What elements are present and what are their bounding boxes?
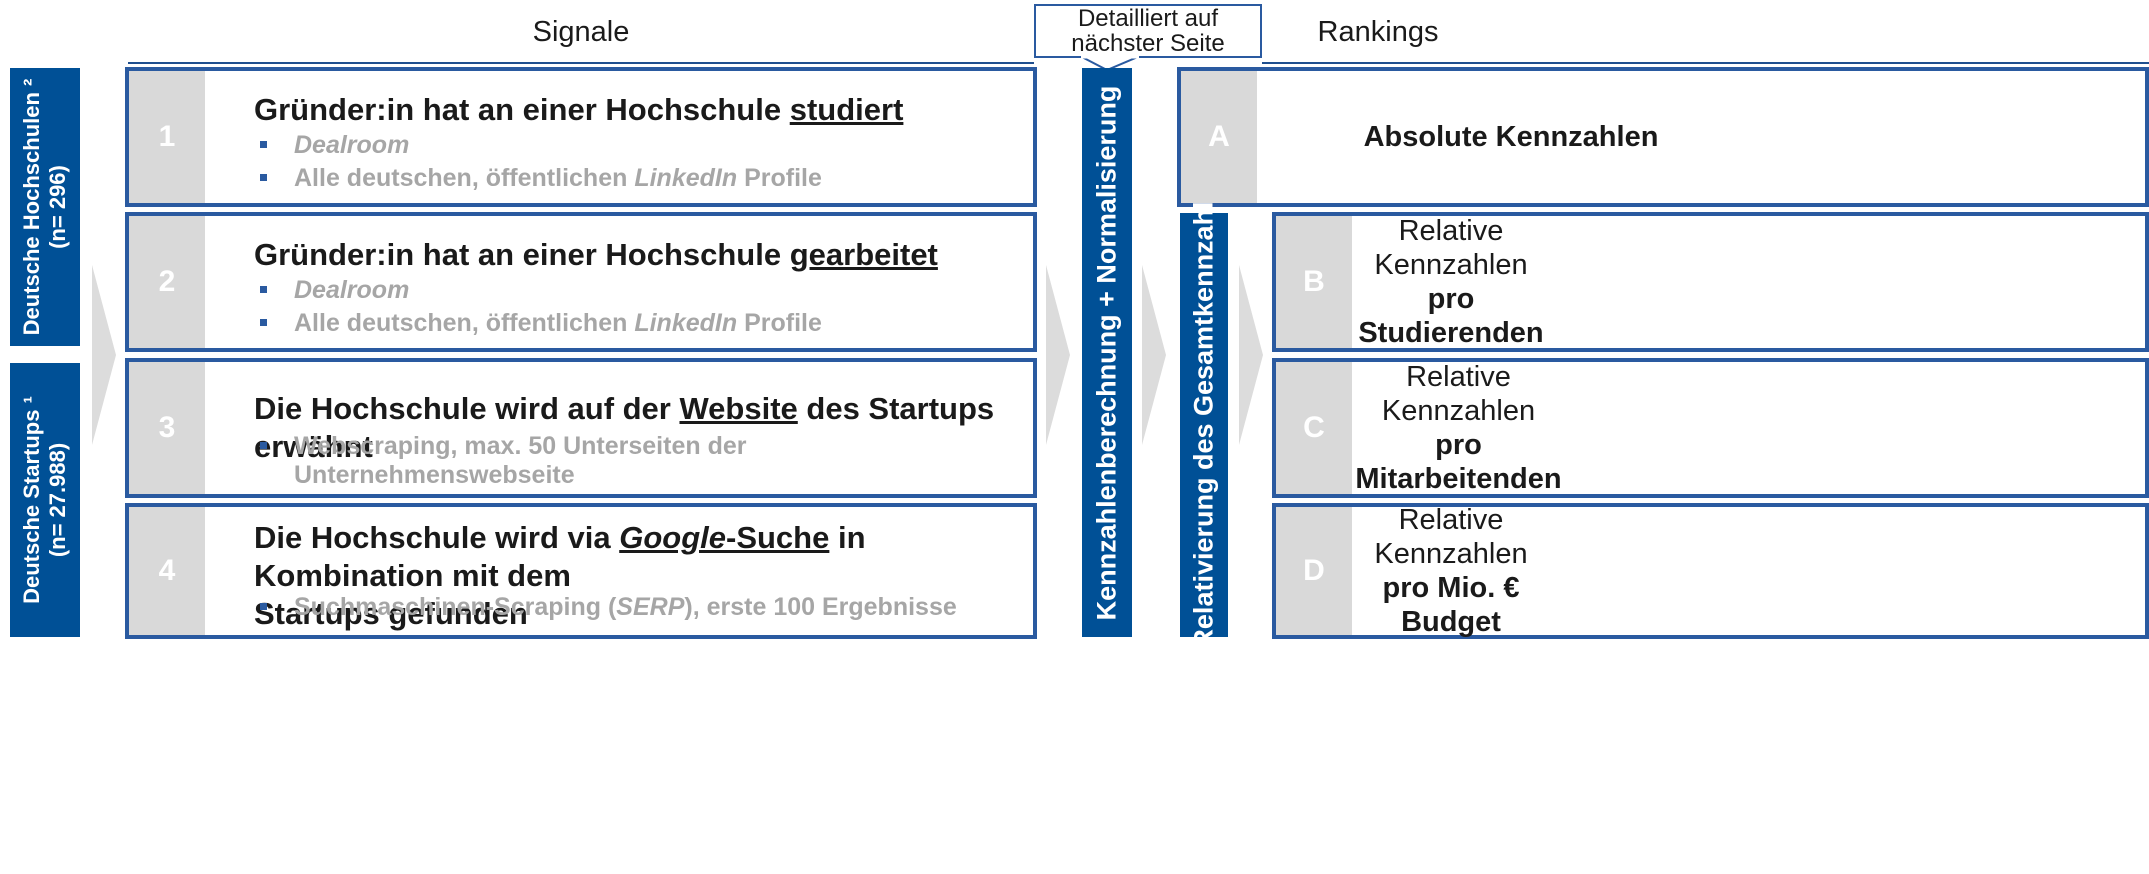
ranking-text-b-line2: pro Studierenden: [1358, 283, 1544, 349]
ranking-letter-d: D: [1276, 507, 1352, 635]
ranking-text-c-line2: pro Mitarbeitenden: [1355, 429, 1562, 495]
ranking-text-b-line1: Relative Kennzahlen: [1374, 215, 1528, 281]
header-line-rankings: [1262, 62, 2149, 64]
signal-bullet-3a: Webscraping, max. 50 Unterseiten der Unt…: [260, 432, 1033, 490]
arrow-chevron-4: [1239, 265, 1263, 445]
ranking-text-d-line2: pro Mio. € Budget: [1382, 572, 1520, 638]
signal-bullet-2a: Dealroom: [260, 276, 409, 305]
signal-bullet-1b: Alle deutschen, öffentlichen LinkedIn Pr…: [260, 164, 822, 193]
bar-kennzahlenberechnung: Kennzahlenberechnung + Normalisierung: [1082, 68, 1132, 637]
detail-callout: Detailliert auf nächster Seite: [1034, 4, 1262, 58]
label-deutsche-hochschulen: Deutsche Hochschulen ² (n= 296): [10, 68, 80, 346]
label-hochschulen-line1: Deutsche Hochschulen ²: [19, 78, 44, 336]
signal-title-2: Gründer:in hat an einer Hochschule gearb…: [254, 237, 938, 272]
ranking-box-b: B Relative Kennzahlen pro Studierenden: [1272, 212, 2149, 352]
ranking-box-a: A Absolute Kennzahlen: [1177, 67, 2149, 207]
header-line-signale: [128, 62, 1034, 64]
detail-callout-line1: Detailliert auf: [1077, 5, 1219, 32]
ranking-box-c: C Relative Kennzahlen pro Mitarbeitenden: [1272, 358, 2149, 498]
signal-box-3: 3 Die Hochschule wird auf der Website de…: [125, 358, 1037, 498]
signal-bullet-4a: Suchmaschinen-Scraping (SERP), erste 100…: [260, 593, 957, 622]
arrow-chevron-1: [92, 265, 116, 445]
label-deutsche-startups: Deutsche Startups ¹ (n= 27.988): [10, 363, 80, 637]
ranking-text-c-line1: Relative Kennzahlen: [1381, 361, 1536, 427]
signal-bullet-2b: Alle deutschen, öffentlichen LinkedIn Pr…: [260, 309, 822, 338]
ranking-box-d: D Relative Kennzahlen pro Mio. € Budget: [1272, 503, 2149, 639]
signal-box-1: 1 Gründer:in hat an einer Hochschule stu…: [125, 67, 1037, 207]
ranking-letter-a: A: [1181, 71, 1257, 203]
signal-box-2: 2 Gründer:in hat an einer Hochschule gea…: [125, 212, 1037, 352]
arrow-chevron-3: [1142, 265, 1166, 445]
signal-bullet-1a: Dealroom: [260, 131, 409, 160]
ranking-text-a: Absolute Kennzahlen: [1363, 121, 1659, 153]
signal-number-1: 1: [129, 71, 205, 203]
signal-box-4: 4 Die Hochschule wird via Google-Suche i…: [125, 503, 1037, 639]
ranking-letter-c: C: [1276, 362, 1352, 494]
label-startups-line2: (n= 27.988): [45, 442, 70, 558]
ranking-letter-b: B: [1276, 216, 1352, 348]
bar-relativierung: Relativierung des Gesamtkennzahl: [1180, 201, 1228, 649]
ranking-text-d-line1: Relative Kennzahlen: [1374, 504, 1528, 570]
label-startups-line1: Deutsche Startups ¹: [19, 396, 44, 604]
header-signale: Signale: [532, 16, 630, 48]
arrow-chevron-2: [1046, 265, 1070, 445]
signal-title-1: Gründer:in hat an einer Hochschule studi…: [254, 92, 904, 127]
label-hochschulen-line2: (n= 296): [45, 165, 70, 249]
signal-number-2: 2: [129, 216, 205, 348]
detail-callout-line2: nächster Seite: [1071, 30, 1225, 57]
signal-number-3: 3: [129, 362, 205, 494]
header-rankings: Rankings: [1317, 16, 1439, 48]
signal-number-4: 4: [129, 507, 205, 635]
